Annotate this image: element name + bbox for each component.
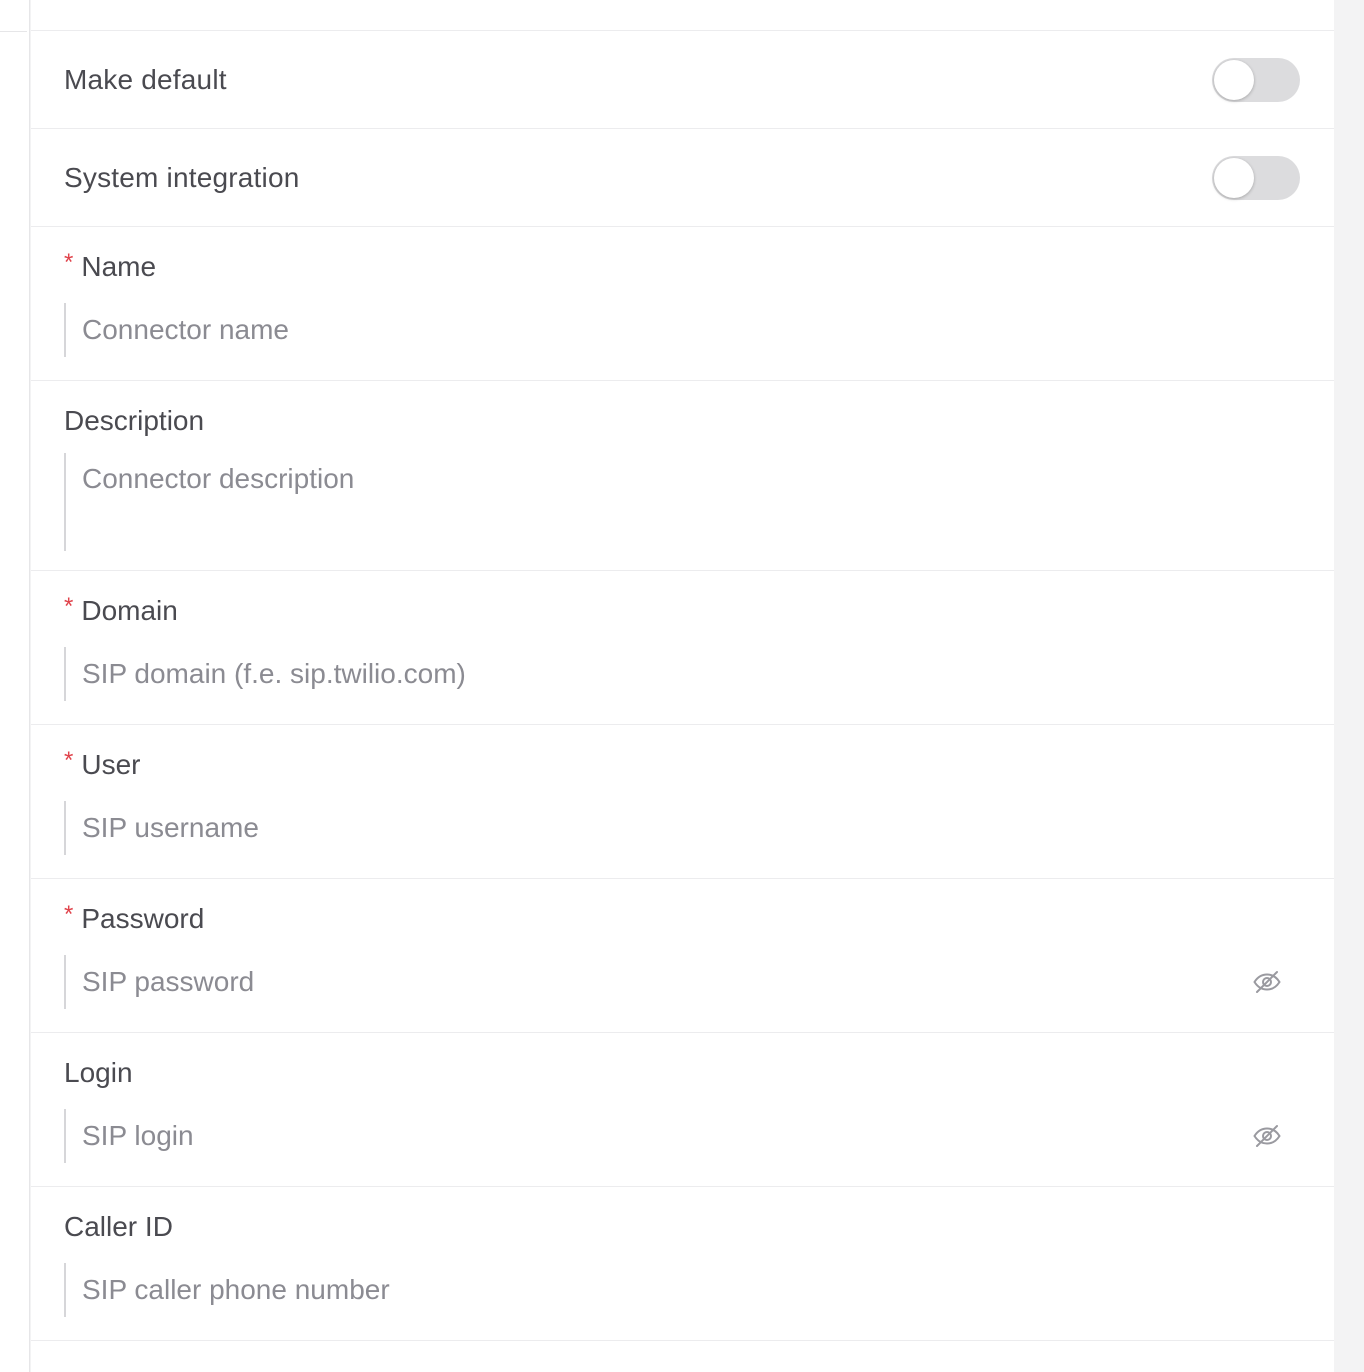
description-label: Description <box>64 403 1300 439</box>
password-input-box <box>64 955 1300 1009</box>
description-input-box <box>64 453 1300 551</box>
toggle-knob <box>1214 59 1254 100</box>
domain-input[interactable] <box>82 658 1282 690</box>
left-gutter <box>0 0 30 1372</box>
make-default-toggle[interactable] <box>1212 57 1300 102</box>
system-integration-toggle[interactable] <box>1212 155 1300 200</box>
name-row: * Name <box>31 227 1334 381</box>
password-label-text: Password <box>81 903 205 934</box>
required-marker: * <box>64 747 74 774</box>
connector-form: Make default System integration * Name D… <box>31 0 1334 1372</box>
make-default-label: Make default <box>64 63 227 95</box>
required-marker: * <box>64 901 74 928</box>
login-label: Login <box>64 1055 1300 1091</box>
toggle-knob <box>1214 157 1254 198</box>
description-row: Description <box>31 381 1334 571</box>
domain-label-text: Domain <box>81 595 178 626</box>
domain-row: * Domain <box>31 571 1334 725</box>
password-row: * Password <box>31 879 1334 1033</box>
description-textarea[interactable] <box>82 463 1282 527</box>
login-row: Login <box>31 1033 1334 1187</box>
user-label: * User <box>64 747 1300 783</box>
caller-id-label-text: Caller ID <box>64 1211 173 1242</box>
caller-id-label: Caller ID <box>64 1209 1300 1245</box>
name-label-text: Name <box>81 251 157 282</box>
eye-slash-icon[interactable] <box>1252 1121 1282 1151</box>
user-input-box <box>64 801 1300 855</box>
required-marker: * <box>64 593 74 620</box>
caller-id-input[interactable] <box>82 1274 1282 1306</box>
top-strip <box>31 0 1334 31</box>
caller-id-input-box <box>64 1263 1300 1317</box>
password-input[interactable] <box>82 966 1252 998</box>
eye-slash-icon[interactable] <box>1252 967 1282 997</box>
make-default-row: Make default <box>31 31 1334 129</box>
name-input[interactable] <box>82 314 1282 346</box>
system-integration-label: System integration <box>64 161 300 193</box>
domain-label: * Domain <box>64 593 1300 629</box>
login-input-box <box>64 1109 1300 1163</box>
password-label: * Password <box>64 901 1300 937</box>
user-label-text: User <box>81 749 141 780</box>
name-input-box <box>64 303 1300 357</box>
domain-input-box <box>64 647 1300 701</box>
login-label-text: Login <box>64 1057 133 1088</box>
caller-id-row: Caller ID <box>31 1187 1334 1341</box>
user-input[interactable] <box>82 812 1282 844</box>
system-integration-row: System integration <box>31 129 1334 227</box>
name-label: * Name <box>64 249 1300 285</box>
required-marker: * <box>64 249 74 276</box>
description-label-text: Description <box>64 405 205 436</box>
gutter-divider <box>0 31 27 32</box>
login-input[interactable] <box>82 1120 1252 1152</box>
user-row: * User <box>31 725 1334 879</box>
